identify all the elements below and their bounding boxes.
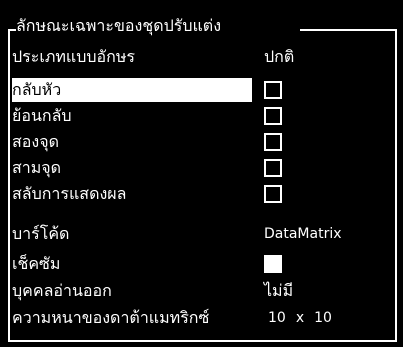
reverse-checkbox[interactable] <box>264 107 282 125</box>
double-dot-label: สองจุด <box>12 132 59 151</box>
datamatrix-size-label: ความหนาของดาต้าแมทริกซ์ <box>12 308 210 327</box>
human-readable-label: บุคคลอ่านออก <box>12 281 112 300</box>
row-human-readable[interactable]: บุคคลอ่านออก ไม่มี <box>10 279 395 303</box>
invert-label: กลับหัว <box>12 78 252 102</box>
row-font-type[interactable]: ประเภทแบบอักษร ปกติ <box>10 45 395 69</box>
row-toggle-display[interactable]: สลับการแสดงผล <box>10 182 395 206</box>
datamatrix-height-value: 10 <box>314 310 332 326</box>
font-type-value[interactable]: ปกติ <box>264 45 294 69</box>
double-dot-checkbox[interactable] <box>264 133 282 151</box>
reverse-label: ย้อนกลับ <box>12 106 72 125</box>
panel-title: ลักษณะเฉพาะของชุดปรับแต่ง <box>16 12 223 40</box>
row-barcode[interactable]: บาร์โค้ด DataMatrix <box>10 222 395 246</box>
invert-checkbox[interactable] <box>264 81 282 99</box>
toggle-display-label: สลับการแสดงผล <box>12 184 127 203</box>
settings-screen: { "title": "ลักษณะเฉพาะของชุดปรับแต่ง", … <box>0 0 403 347</box>
checksum-label: เช็คซัม <box>12 254 61 273</box>
row-reverse[interactable]: ย้อนกลับ <box>10 104 395 128</box>
row-checksum[interactable]: เช็คซัม <box>10 252 395 276</box>
checksum-checkbox[interactable] <box>264 255 282 273</box>
datamatrix-separator: x <box>295 310 305 326</box>
barcode-value[interactable]: DataMatrix <box>264 222 342 246</box>
datamatrix-size-value[interactable]: 10 x 10 <box>268 306 332 330</box>
toggle-display-checkbox[interactable] <box>264 185 282 203</box>
triple-dot-checkbox[interactable] <box>264 159 282 177</box>
frame-top-line <box>300 29 397 31</box>
triple-dot-label: สามจุด <box>12 158 62 177</box>
barcode-label: บาร์โค้ด <box>12 224 70 243</box>
font-type-label: ประเภทแบบอักษร <box>12 47 135 66</box>
row-triple-dot[interactable]: สามจุด <box>10 156 395 180</box>
row-invert[interactable]: กลับหัว <box>10 78 395 102</box>
frame-bottom-line <box>8 340 397 342</box>
row-datamatrix-size[interactable]: ความหนาของดาต้าแมทริกซ์ 10 x 10 <box>10 306 395 330</box>
human-readable-value[interactable]: ไม่มี <box>264 279 293 303</box>
frame-right-line <box>395 30 397 342</box>
datamatrix-width-value: 10 <box>268 310 286 326</box>
row-double-dot[interactable]: สองจุด <box>10 130 395 154</box>
